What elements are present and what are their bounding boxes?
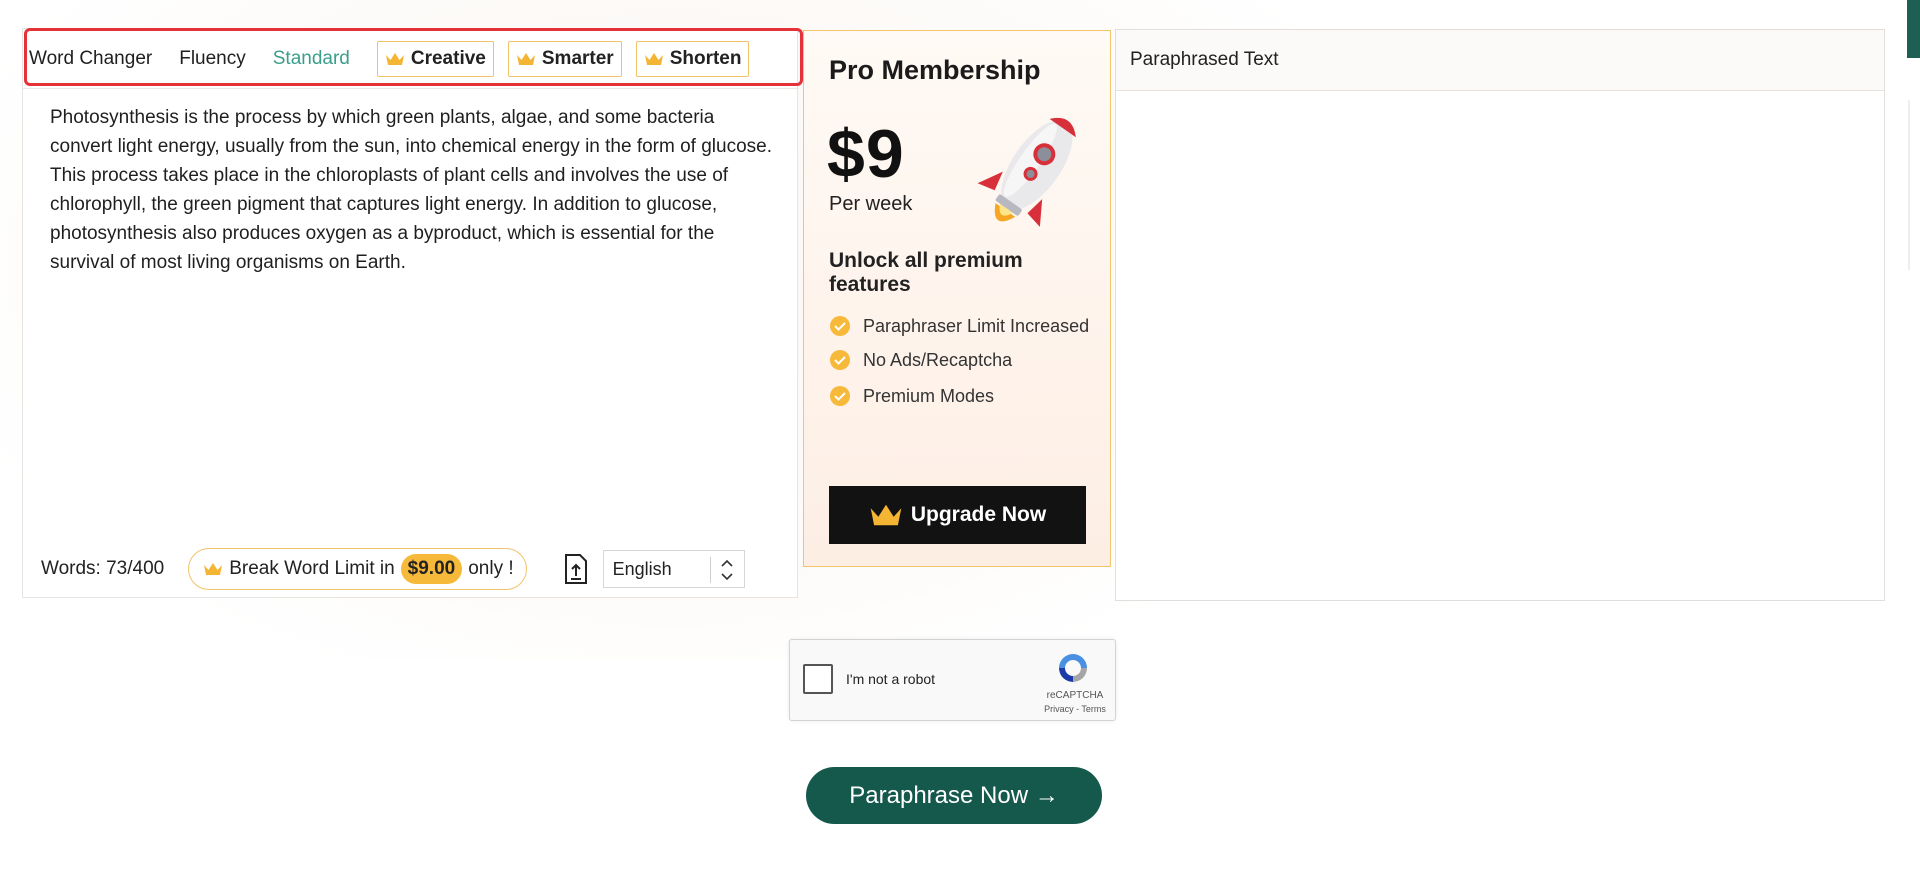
recaptcha-checkbox[interactable]: [803, 664, 833, 694]
crown-icon: [385, 52, 404, 65]
input-editor-panel: Word Changer Fluency Standard Creative S…: [22, 28, 799, 598]
promo-feature-item: Premium Modes: [829, 385, 1099, 407]
break-word-limit-button[interactable]: Break Word Limit in $9.00 only !: [188, 548, 527, 590]
recaptcha-links[interactable]: Privacy - Terms: [1040, 704, 1110, 714]
promo-feature-item: No Ads/Recaptcha: [829, 349, 1099, 371]
editor-footer: Words: 73/400 Break Word Limit in $9.00 …: [23, 544, 799, 594]
mode-standard[interactable]: Standard: [273, 48, 350, 70]
promo-title: Pro Membership: [829, 55, 1041, 85]
upgrade-now-button[interactable]: Upgrade Now: [829, 486, 1086, 544]
promo-feature-item: Paraphraser Limit Increased: [829, 315, 1099, 337]
check-badge-icon: [830, 350, 850, 370]
recaptcha-widget: I'm not a robot reCAPTCHA Privacy - Term…: [789, 639, 1116, 721]
crown-icon: [516, 52, 535, 65]
promo-period: Per week: [829, 193, 913, 215]
paraphrase-now-button[interactable]: Paraphrase Now →: [806, 767, 1102, 824]
promo-feature-label: No Ads/Recaptcha: [863, 350, 1013, 370]
language-value: English: [612, 558, 672, 579]
crown-icon: [870, 504, 902, 526]
mode-creative-button[interactable]: Creative: [376, 40, 494, 77]
paraphrased-output-panel: Paraphrased Text: [1115, 29, 1885, 601]
input-textarea[interactable]: Photosynthesis is the process by which g…: [50, 103, 780, 277]
mode-shorten-label: Shorten: [669, 47, 742, 69]
mode-smarter-label: Smarter: [541, 47, 614, 69]
side-tab[interactable]: [1907, 0, 1920, 58]
mode-word-changer[interactable]: Word Changer: [29, 48, 152, 70]
mode-tabs: Word Changer Fluency Standard Creative S…: [23, 29, 799, 89]
crown-icon: [644, 52, 663, 65]
promo-unlock-text: Unlock all premium features: [829, 249, 1023, 296]
upgrade-now-label: Upgrade Now: [910, 503, 1047, 526]
recaptcha-label: I'm not a robot: [846, 671, 936, 687]
promo-price: $9: [827, 116, 905, 192]
upload-file-icon[interactable]: [563, 554, 589, 584]
mode-shorten-button[interactable]: Shorten: [635, 40, 750, 77]
rocket-icon: [977, 117, 1076, 227]
promo-feature-label: Premium Modes: [863, 386, 995, 406]
mode-creative-label: Creative: [410, 47, 486, 69]
mode-smarter-button[interactable]: Smarter: [507, 40, 622, 77]
word-count: Words: 73/400: [41, 558, 165, 579]
recaptcha-logo-icon: [1059, 654, 1087, 682]
scrollbar[interactable]: [1908, 100, 1910, 270]
break-limit-suffix: only !: [468, 558, 514, 579]
output-header: Paraphrased Text: [1116, 30, 1884, 91]
promo-feature-list: Paraphraser Limit Increased No Ads/Recap…: [829, 315, 1099, 421]
break-limit-prefix: Break Word Limit in: [229, 558, 395, 579]
recaptcha-brand: reCAPTCHA: [1046, 690, 1104, 701]
check-badge-icon: [830, 386, 850, 406]
promo-feature-label: Paraphraser Limit Increased: [863, 316, 1090, 336]
chevron-up-down-icon: [721, 559, 733, 581]
check-badge-icon: [830, 316, 850, 336]
mode-fluency[interactable]: Fluency: [179, 48, 246, 70]
break-limit-price: $9.00: [400, 554, 463, 584]
language-select[interactable]: English: [602, 550, 745, 588]
crown-icon: [204, 563, 223, 575]
select-divider: [709, 557, 711, 583]
pro-membership-card: Pro Membership $9 Per week Unlock all pr…: [803, 30, 1111, 567]
